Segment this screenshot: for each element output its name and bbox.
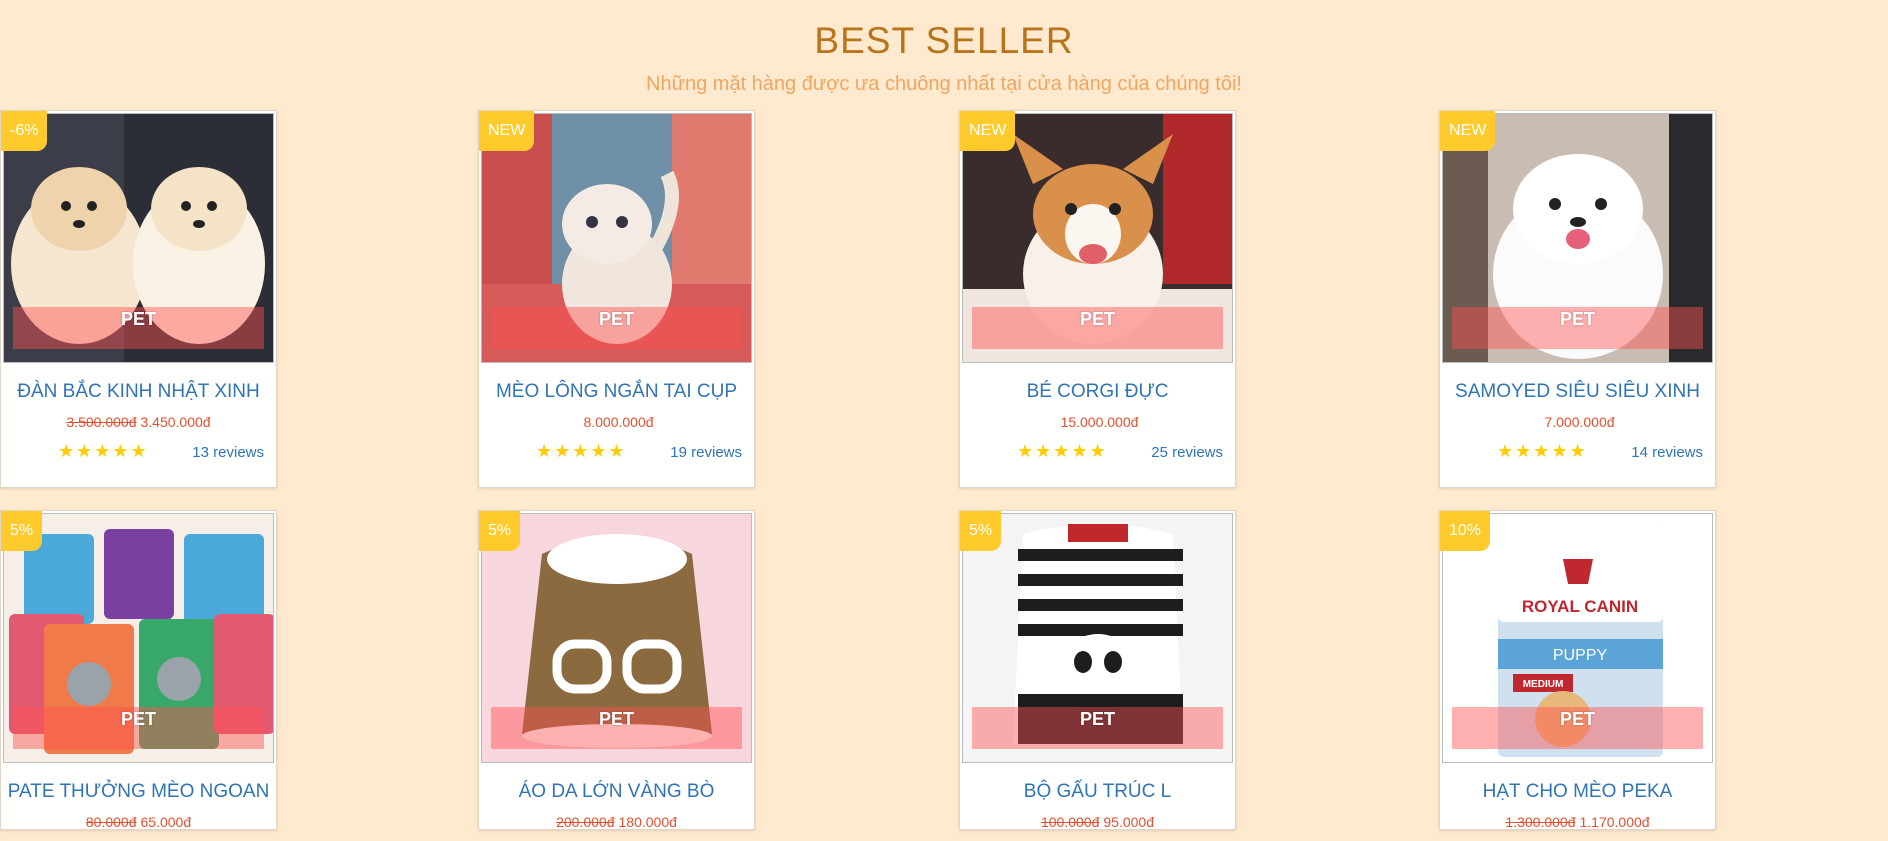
product-card[interactable]: ROYAL CANIN PUPPY MEDIUM PET 10% HẠT CHO… [1439,510,1716,830]
reviews-count[interactable]: 19 reviews [670,444,742,461]
product-price: 1.300.000đ 1.170.000đ [1440,814,1715,830]
old-price: 1.300.000đ [1505,814,1576,830]
product-name[interactable]: BỘ GẤU TRÚC L [960,781,1235,803]
discount-badge: 10% [1440,511,1491,551]
category-label: PET [120,709,156,729]
old-price: 100.000đ [1040,814,1100,830]
product-price: 200.000đ 180.000đ [479,814,754,830]
rating-stars: ★★★★★ [536,441,627,461]
rating-stars: ★★★★★ [1017,441,1108,461]
product-card[interactable]: PET NEW BÉ CORGI ĐỰC 15.000.000đ ★★★★★ 2… [959,110,1236,488]
old-price: 80.000đ [85,814,137,830]
reviews-count[interactable]: 14 reviews [1631,444,1703,461]
category-label: PET [1559,309,1595,329]
product-price: 80.000đ 65.000đ [1,814,276,830]
new-badge: NEW [1440,111,1496,151]
current-price: 15.000.000đ [1060,414,1139,430]
product-price: 7.000.000đ [1440,414,1715,430]
category-label: PET [598,709,634,729]
product-price: 100.000đ 95.000đ [960,814,1235,830]
rating-stars: ★★★★★ [1497,441,1588,461]
discount-badge: -6% [1,111,48,151]
reviews-count[interactable]: 13 reviews [192,444,264,461]
product-card[interactable]: PET 5% PATE THƯỞNG MÈO NGOAN 80.000đ 65.0… [0,510,277,830]
product-price: 3.500.000đ 3.450.000đ [1,414,276,430]
old-price: 200.000đ [556,814,615,830]
discount-badge: 5% [1,511,43,551]
category-label: PET [1079,309,1115,329]
discount-badge: 5% [479,511,521,551]
category-label: PET [598,309,634,329]
new-badge: NEW [960,111,1016,151]
product-name[interactable]: MÈO LÔNG NGẮN TAI CỤP [479,381,754,403]
reviews-count[interactable]: 25 reviews [1151,444,1223,461]
product-name[interactable]: HẠT CHO MÈO PEKA [1440,781,1715,803]
product-name[interactable]: BÉ CORGI ĐỰC [960,381,1235,403]
product-price: 15.000.000đ [960,414,1235,430]
product-price: 8.000.000đ [479,414,754,430]
new-badge: NEW [479,111,535,151]
bag-type-text: PUPPY [1553,647,1608,664]
page-title: BEST SELLER [814,20,1074,61]
product-card[interactable]: PET 5% BỘ GẤU TRÚC L 100.000đ 95.000đ [959,510,1236,830]
rating-stars: ★★★★★ [58,441,149,461]
current-price: 7.000.000đ [1544,414,1615,430]
category-label: PET [1559,709,1595,729]
old-price: 3.500.000đ [66,414,137,430]
product-name[interactable]: ÁO DA LỚN VÀNG BÒ [479,781,754,803]
product-name[interactable]: SAMOYED SIÊU SIÊU XINH [1440,381,1715,403]
current-price: 95.000đ [1103,814,1154,830]
current-price: 3.450.000đ [140,414,211,430]
current-price: 8.000.000đ [583,414,654,430]
page-subtitle: Những mặt hàng được ưa chuông nhất tại c… [646,73,1242,95]
bag-brand-text: ROYAL CANIN [1522,597,1638,616]
product-card[interactable]: PET NEW SAMOYED SIÊU SIÊU XINH 7.000.000… [1439,110,1716,488]
current-price: 1.170.000đ [1579,814,1650,830]
current-price: 65.000đ [140,814,192,830]
category-label: PET [120,309,156,329]
category-label: PET [1079,709,1115,729]
product-name[interactable]: PATE THƯỞNG MÈO NGOAN [1,781,276,803]
current-price: 180.000đ [618,814,677,830]
product-card[interactable]: PET NEW MÈO LÔNG NGẮN TAI CỤP 8.000.000đ… [478,110,755,488]
bag-size-text: MEDIUM [1523,679,1564,690]
discount-badge: 5% [960,511,1002,551]
product-name[interactable]: ĐÀN BẮC KINH NHẬT XINH [1,381,276,403]
product-card[interactable]: PET 5% ÁO DA LỚN VÀNG BÒ 200.000đ 180.000… [478,510,755,830]
product-card[interactable]: PET -6% ĐÀN BẮC KINH NHẬT XINH 3.500.000… [0,110,277,488]
